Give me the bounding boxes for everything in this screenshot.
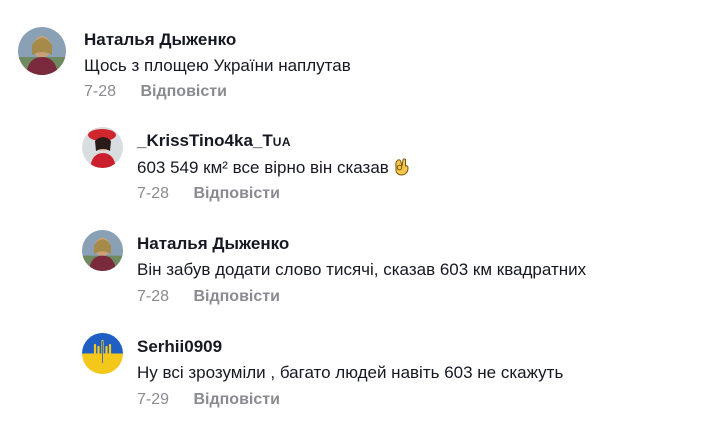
- comment-meta: 7-28 Відповісти: [137, 288, 280, 306]
- comment-author[interactable]: _KrissTino4ka_TUA: [137, 131, 291, 151]
- ukraine-trident-icon: [82, 333, 123, 374]
- avatar[interactable]: [82, 127, 123, 168]
- comment-date: 7-28: [137, 185, 170, 202]
- comment-text: Ну всі зрозуміли , багато людей навіть 6…: [137, 363, 564, 382]
- ok-hand-emoji-icon: [393, 157, 410, 176]
- comment-thread: Наталья Дыженко Щось з площею України на…: [0, 0, 710, 432]
- comment-meta: 7-28 Відповісти: [137, 185, 280, 203]
- comment-text: Він забув додати слово тисячі, сказав 60…: [137, 260, 587, 279]
- avatar-woman-icon: [18, 27, 66, 75]
- comment-author[interactable]: Serhii0909: [137, 337, 222, 357]
- reply-button[interactable]: Відповісти: [140, 83, 226, 101]
- comment-text: Щось з площею України наплутав: [84, 56, 351, 75]
- comment-text: 603 549 км² все вірно він сказав: [137, 157, 410, 178]
- comment-date: 7-28: [137, 288, 170, 305]
- reply-button[interactable]: Відповісти: [193, 391, 279, 409]
- comment-date: 7-29: [137, 391, 170, 408]
- comment-author[interactable]: Наталья Дыженко: [84, 30, 236, 50]
- comment-text-content: 603 549 км² все вірно він сказав: [137, 158, 389, 177]
- comment-meta: 7-28 Відповісти: [84, 83, 227, 101]
- comment-meta: 7-29 Відповісти: [137, 391, 280, 409]
- comment-author[interactable]: Наталья Дыженко: [137, 234, 289, 254]
- avatar[interactable]: [82, 333, 123, 374]
- comment-date: 7-28: [84, 83, 117, 100]
- reply-button[interactable]: Відповісти: [193, 185, 279, 203]
- avatar[interactable]: [18, 27, 66, 75]
- reply-button[interactable]: Відповісти: [193, 288, 279, 306]
- avatar[interactable]: [82, 230, 123, 271]
- avatar-woman-red-icon: [82, 127, 123, 168]
- author-name: _KrissTino4ka_T: [137, 131, 273, 150]
- author-suffix: UA: [272, 135, 292, 149]
- avatar-woman-icon: [82, 230, 123, 271]
